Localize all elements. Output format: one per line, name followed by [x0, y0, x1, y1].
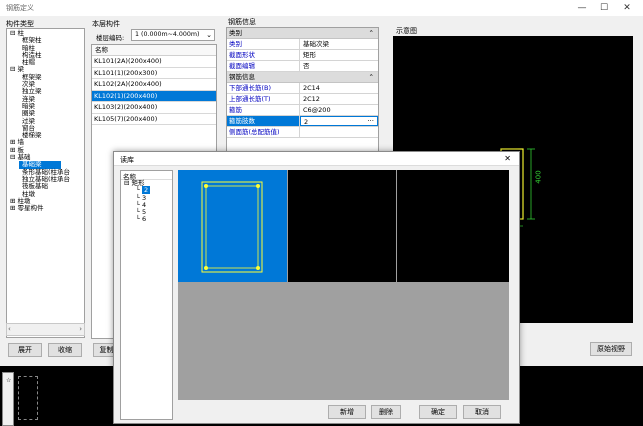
property-key: 截面形状: [227, 50, 300, 60]
scroll-left-icon[interactable]: ‹: [8, 325, 11, 333]
shape-gallery[interactable]: [178, 170, 509, 400]
tree-node[interactable]: ⊞ 零星构件: [7, 204, 84, 212]
member-list-item[interactable]: KL101(2A)(200x400): [92, 56, 216, 68]
property-key: 侧面筋(总配筋值): [227, 127, 300, 137]
shape-thumb-4[interactable]: [397, 170, 509, 282]
add-button[interactable]: 新增: [328, 405, 366, 419]
dialog-title: 读库: [120, 156, 134, 164]
scroll-right-icon[interactable]: ›: [79, 325, 82, 333]
tree-node[interactable]: ⊟ 梁: [7, 66, 84, 74]
property-key: 类别: [227, 39, 300, 49]
tree-node[interactable]: 暗柱: [7, 44, 84, 52]
grid-fragment: [18, 376, 38, 420]
rebar-info-title: 钢筋信息: [228, 18, 256, 26]
property-value[interactable]: 2: [300, 116, 378, 126]
cancel-button[interactable]: 取消: [463, 405, 501, 419]
component-type-tree[interactable]: ⊟ 柱框架柱 暗柱 构造柱 柱帽 ⊟ 梁框架梁 次梁 独立梁 连梁 暗梁 圈梁 过梁 窗台 楼梯梁 ⊞ 墙…: [6, 28, 85, 338]
dialog-close-button[interactable]: ✕: [504, 154, 511, 163]
property-value[interactable]: C6@200: [300, 105, 378, 115]
tree-node-shape[interactable]: └ 5: [121, 208, 172, 216]
tree-node[interactable]: 框架柱: [7, 36, 84, 44]
chevron-down-icon: ⌄: [206, 31, 212, 39]
property-grid[interactable]: 类别 ⌃ 类别 基础次梁 截面形状 矩形 截面编辑否 钢筋信息 ⌃ 下部通长筋(B) 2C14…: [226, 27, 379, 157]
property-row[interactable]: 类别 基础次梁: [227, 39, 378, 50]
tree-node-label: 6: [141, 215, 147, 224]
floor-label: 楼层编码:: [96, 34, 125, 42]
delete-button[interactable]: 删除: [371, 405, 401, 419]
ok-button[interactable]: 确定: [419, 405, 457, 419]
tree-node[interactable]: 暗梁: [7, 102, 84, 110]
horizontal-scrollbar[interactable]: ‹ ›: [6, 323, 85, 336]
member-list-item[interactable]: KL103(2)(200x400): [92, 102, 216, 114]
member-list-item[interactable]: KL101(1)(200x300): [92, 68, 216, 79]
original-view-button[interactable]: 原始视野: [590, 342, 632, 356]
property-value[interactable]: [300, 127, 378, 137]
member-list-item[interactable]: KL105(7)(200x400): [92, 114, 216, 125]
expand-button[interactable]: 展开: [8, 343, 42, 357]
tree-node[interactable]: 次梁: [7, 80, 84, 88]
ellipsis-icon[interactable]: ···: [367, 116, 374, 127]
dialog-title-bar: 读库 ✕: [114, 152, 519, 166]
property-value[interactable]: 2C12: [300, 94, 378, 104]
floor-select[interactable]: 1 (0.000m~4.000m) ⌄: [131, 29, 215, 41]
tree-node-shape[interactable]: └ 2: [121, 186, 172, 195]
tree-node[interactable]: 过梁: [7, 117, 84, 125]
property-key: 箍筋肢数: [227, 116, 300, 126]
close-button[interactable]: ✕: [615, 0, 639, 16]
tree-node[interactable]: ⊟ 基础: [7, 153, 84, 161]
tree-node[interactable]: 筏板基础: [7, 182, 84, 190]
property-row[interactable]: 侧面筋(总配筋值): [227, 127, 378, 138]
tree-node[interactable]: 框架梁: [7, 73, 84, 81]
layer-members-title: 本层构件: [92, 20, 120, 28]
tree-node[interactable]: 圈梁: [7, 109, 84, 117]
tree-node[interactable]: 连梁: [7, 95, 84, 103]
property-row[interactable]: 截面编辑否: [227, 61, 378, 72]
ruler: ☆: [2, 372, 14, 426]
floor-select-value: 1 (0.000m~4.000m): [135, 31, 200, 38]
tree-node-shape[interactable]: └ 4: [121, 201, 172, 209]
title-bar: 钢筋定义 — ☐ ✕: [0, 0, 643, 16]
property-key: 下部通长筋(B): [227, 83, 300, 93]
preview-title: 示意图: [396, 27, 417, 35]
group-header-rebar[interactable]: 钢筋信息 ⌃: [227, 72, 378, 83]
window-title: 钢筋定义: [6, 4, 34, 12]
member-list-item[interactable]: KL102(1)(200x400): [92, 90, 216, 102]
collapse-button[interactable]: 收缩: [48, 343, 82, 357]
tree-node[interactable]: ⊟ 柱: [7, 29, 84, 37]
property-key: 截面编辑: [227, 61, 300, 71]
property-row[interactable]: 截面形状 矩形: [227, 50, 378, 61]
group-header-category[interactable]: 类别 ⌃: [227, 28, 378, 39]
read-library-dialog: 读库 ✕ 名称 ⊟ 矩形 └ 2 └ 3 └ 4 └ 5 └ 6 新增 删除 确定 取消: [113, 151, 520, 424]
tree-node-shape[interactable]: └ 3: [121, 194, 172, 202]
shape-thumb-3[interactable]: [288, 170, 396, 282]
maximize-button[interactable]: ☐: [592, 0, 616, 16]
property-key: 箍筋: [227, 105, 300, 115]
property-row[interactable]: 上部通长筋(T) 2C12: [227, 94, 378, 105]
height-dimension-label: 400: [534, 170, 543, 184]
property-row[interactable]: 箍筋肢数 2 ···: [227, 116, 378, 127]
tree-node-shape[interactable]: └ 6: [121, 215, 172, 224]
rect-section-icon: [201, 181, 263, 273]
tree-node[interactable]: 独立梁: [7, 88, 84, 96]
shape-thumb-2-selected[interactable]: [178, 170, 287, 282]
member-list-item[interactable]: KL102(2A)(200x400): [92, 79, 216, 91]
property-row[interactable]: 下部通长筋(B) 2C14: [227, 83, 378, 94]
shape-tree[interactable]: 名称 ⊟ 矩形 └ 2 └ 3 └ 4 └ 5 └ 6: [120, 170, 173, 420]
tree-node[interactable]: 窗台: [7, 124, 84, 132]
tree-node[interactable]: 构造柱: [7, 51, 84, 59]
property-value[interactable]: 2C14: [300, 83, 378, 93]
property-value[interactable]: 基础次梁: [300, 39, 378, 49]
property-value[interactable]: 否: [300, 61, 378, 71]
property-key: 上部通长筋(T): [227, 94, 300, 104]
property-value[interactable]: 矩形: [300, 50, 378, 60]
property-row[interactable]: 箍筋 C6@200: [227, 105, 378, 116]
member-list-header: 名称: [92, 45, 216, 56]
minimize-button[interactable]: —: [570, 0, 594, 16]
